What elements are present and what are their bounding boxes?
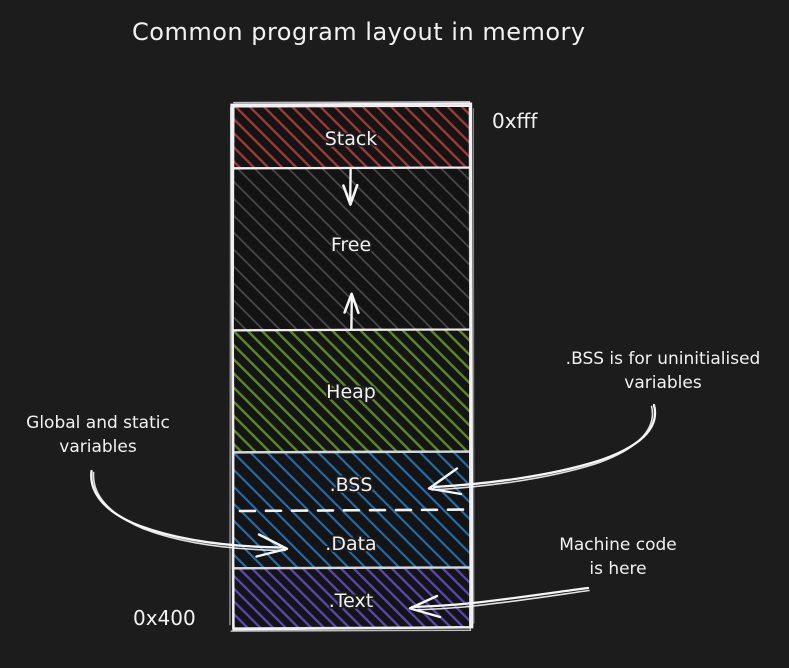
diagram-canvas: Common program layout in memory Stack Fr… (0, 0, 789, 668)
annotation-global-static-line2: variables (59, 437, 137, 457)
annotation-global-static-line1: Global and static (26, 413, 170, 433)
segment-label-text: .Text (329, 590, 373, 612)
memory-layout-diagram: Common program layout in memory Stack Fr… (26, 18, 761, 632)
segment-label-data: .Data (325, 533, 376, 555)
address-label-bottom: 0x400 (133, 606, 196, 630)
segment-label-stack: Stack (325, 128, 378, 150)
bss-data-divider (238, 508, 466, 513)
segment-label-bss: .BSS (330, 474, 373, 496)
annotation-bss-line1: .BSS is for uninitialised (566, 349, 761, 369)
page-title: Common program layout in memory (132, 18, 586, 46)
segment-label-heap: Heap (326, 381, 376, 403)
segment-heap[interactable]: Heap (231, 328, 472, 454)
address-label-top: 0xfff (492, 109, 538, 133)
annotation-machine-code-line1: Machine code (559, 535, 677, 555)
segment-stack[interactable]: Stack (232, 104, 472, 170)
annotation-bss: .BSS is for uninitialised variables (427, 349, 761, 496)
segment-label-free: Free (331, 234, 371, 256)
annotation-machine-code-line2: is here (589, 559, 646, 579)
annotation-bss-line2: variables (624, 373, 702, 393)
